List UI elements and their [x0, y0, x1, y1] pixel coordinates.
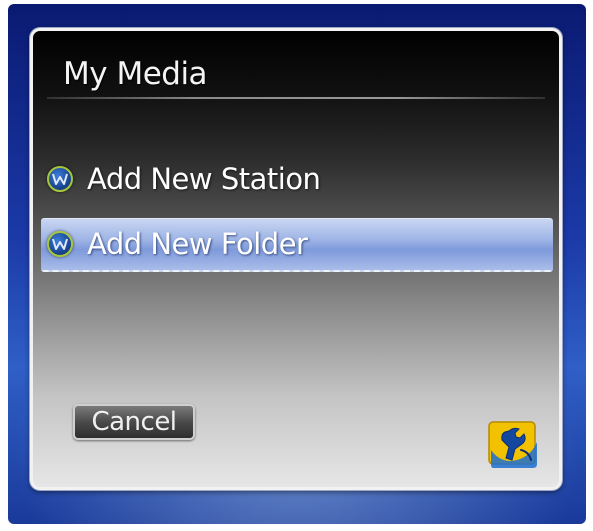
folder-icon	[47, 231, 73, 257]
station-icon	[47, 166, 73, 192]
wrench-icon[interactable]	[487, 420, 539, 470]
tv-screen-background: My Media Add New Station Add New Folder …	[8, 4, 586, 524]
cancel-button[interactable]: Cancel	[73, 404, 195, 440]
my-media-dialog: My Media Add New Station Add New Folder …	[30, 28, 562, 490]
menu-item-label: Add New Station	[87, 162, 321, 196]
menu-item-add-new-folder[interactable]: Add New Folder	[41, 218, 553, 272]
menu-item-add-new-station[interactable]: Add New Station	[41, 154, 553, 208]
menu-item-label: Add New Folder	[87, 227, 308, 261]
title-divider	[47, 97, 545, 99]
dialog-title: My Media	[63, 56, 208, 92]
